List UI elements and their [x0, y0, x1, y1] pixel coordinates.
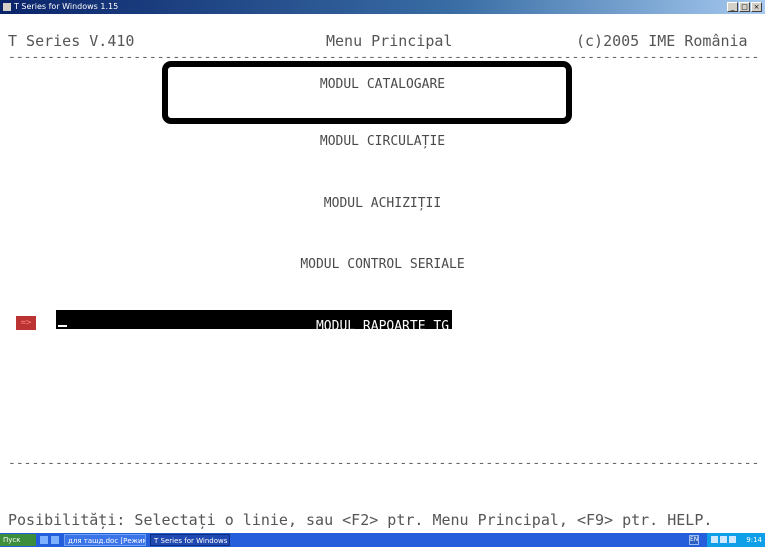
console-area: T Series V.410 Menu Principal (c)2005 IM…: [0, 14, 765, 533]
taskbar: Пуск для ташд.doc [Режим ог... T Series …: [0, 533, 765, 547]
menu-item-achizitii[interactable]: MODUL ACHIZIȚII: [0, 196, 765, 211]
taskbar-item-tseries[interactable]: T Series for Windows ...: [150, 534, 230, 546]
menu-item-control-seriale[interactable]: MODUL CONTROL SERIALE: [0, 257, 765, 272]
window-title: T Series for Windows 1.15: [14, 2, 119, 11]
copyright: (c)2005 IME România: [576, 32, 748, 50]
volume-icon[interactable]: [729, 536, 736, 543]
minimize-button[interactable]: _: [727, 2, 738, 12]
title-bar[interactable]: T Series for Windows 1.15 _ □ ×: [0, 0, 765, 14]
system-tray: 9:14: [707, 533, 765, 547]
start-button[interactable]: Пуск: [0, 534, 36, 546]
menu-item-rapoarte-tg[interactable]: MODUL RAPOARTE TG: [0, 319, 765, 334]
window-controls: _ □ ×: [727, 2, 762, 12]
annotation-box: [162, 61, 572, 124]
maximize-button[interactable]: □: [739, 2, 750, 12]
keyboard-layout-indicator[interactable]: EN: [689, 535, 699, 545]
media-icon[interactable]: [51, 536, 59, 544]
taskbar-item-document[interactable]: для ташд.doc [Режим ог...: [64, 534, 146, 546]
app-version: T Series V.410: [8, 32, 135, 50]
close-button[interactable]: ×: [751, 2, 762, 12]
screen-title: Menu Principal: [326, 32, 453, 50]
app-icon[interactable]: [3, 3, 11, 11]
bottom-separator: ----------------------------------------…: [8, 456, 760, 471]
clock[interactable]: 9:14: [746, 533, 762, 547]
network-icon[interactable]: [720, 536, 727, 543]
status-line: Posibilități: Selectați o linie, sau <F2…: [8, 511, 713, 529]
menu-item-circulatie[interactable]: MODUL CIRCULAȚIE: [0, 134, 765, 149]
browser-icon[interactable]: [40, 536, 48, 544]
menu-item-rapoarte-tg-label: MODUL RAPOARTE TG: [315, 319, 450, 334]
tray-arrow-icon[interactable]: [711, 536, 718, 543]
